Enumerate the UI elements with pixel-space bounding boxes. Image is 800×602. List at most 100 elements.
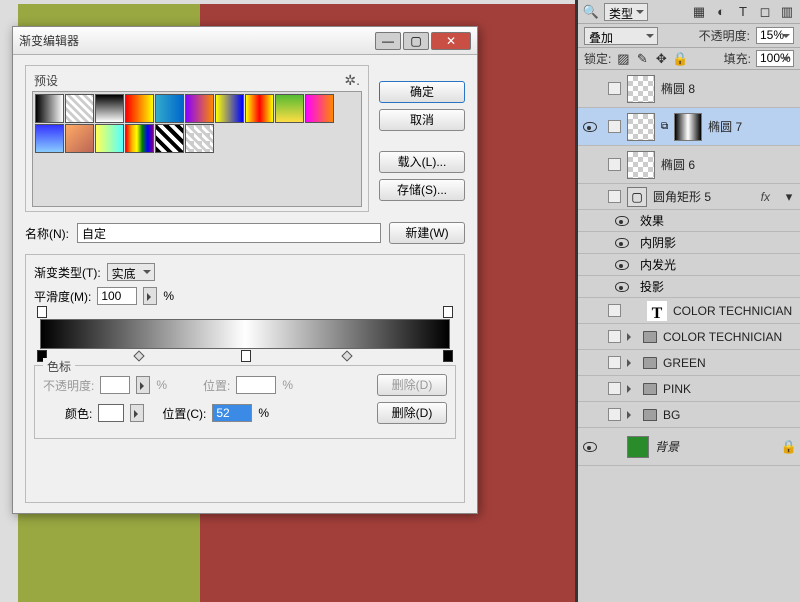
fill-input[interactable]: 100% xyxy=(756,50,794,67)
cancel-button[interactable]: 取消 xyxy=(379,109,465,131)
lock-brush-icon[interactable]: ✎ xyxy=(635,52,649,66)
effect-item[interactable]: 内发光 xyxy=(578,254,800,276)
layer-checkbox[interactable] xyxy=(608,304,621,317)
fx-badge[interactable]: fx xyxy=(761,190,770,204)
color-swatch[interactable] xyxy=(98,404,124,422)
layer-row[interactable]: 椭圆 8 xyxy=(578,70,800,108)
visibility-toggle[interactable] xyxy=(582,303,598,319)
layer-row[interactable]: GREEN xyxy=(578,350,800,376)
color-stop[interactable] xyxy=(241,350,251,362)
preset-swatch[interactable] xyxy=(185,124,214,153)
chevron-down-icon[interactable]: ▾ xyxy=(782,190,796,204)
layer-checkbox[interactable] xyxy=(608,190,621,203)
search-icon[interactable]: 🔍 xyxy=(584,5,598,19)
effect-item[interactable]: 效果 xyxy=(578,210,800,232)
layer-checkbox[interactable] xyxy=(608,382,621,395)
layer-checkbox[interactable] xyxy=(608,330,621,343)
preset-swatch[interactable] xyxy=(305,94,334,123)
filter-type-select[interactable]: 类型 xyxy=(604,3,648,21)
preset-swatch[interactable] xyxy=(35,94,64,123)
layer-row[interactable]: ▢ 圆角矩形 5 fx ▾ xyxy=(578,184,800,210)
visibility-toggle[interactable] xyxy=(582,381,598,397)
layer-checkbox[interactable] xyxy=(608,158,621,171)
expand-icon[interactable] xyxy=(627,333,635,341)
color-stepper[interactable] xyxy=(130,404,144,422)
location-input[interactable] xyxy=(212,404,252,422)
maximize-button[interactable]: ▢ xyxy=(403,32,429,50)
expand-icon[interactable] xyxy=(627,359,635,367)
delete-color-button[interactable]: 删除(D) xyxy=(377,402,447,424)
effect-item[interactable]: 内阴影 xyxy=(578,232,800,254)
visibility-toggle[interactable] xyxy=(614,235,630,251)
load-button[interactable]: 载入(L)... xyxy=(379,151,465,173)
save-button[interactable]: 存储(S)... xyxy=(379,179,465,201)
visibility-toggle[interactable] xyxy=(582,157,598,173)
layer-row[interactable]: BG xyxy=(578,402,800,428)
preset-swatch[interactable] xyxy=(95,94,124,123)
layer-row[interactable]: PINK xyxy=(578,376,800,402)
smoothness-stepper[interactable] xyxy=(143,287,157,305)
effect-item[interactable]: 投影 xyxy=(578,276,800,298)
layer-row[interactable]: COLOR TECHNICIAN xyxy=(578,324,800,350)
visibility-toggle[interactable] xyxy=(582,439,598,455)
visibility-toggle[interactable] xyxy=(582,355,598,371)
layer-checkbox[interactable] xyxy=(608,356,621,369)
preset-swatch[interactable] xyxy=(35,124,64,153)
visibility-toggle[interactable] xyxy=(614,279,630,295)
visibility-toggle[interactable] xyxy=(582,81,598,97)
layer-row[interactable]: TCOLOR TECHNICIAN xyxy=(578,298,800,324)
preset-swatch[interactable] xyxy=(125,94,154,123)
lock-pixels-icon[interactable]: ▨ xyxy=(616,52,630,66)
layer-row[interactable]: ⧉ 椭圆 7 xyxy=(578,108,800,146)
opacity-stop[interactable] xyxy=(37,306,47,318)
ok-button[interactable]: 确定 xyxy=(379,81,465,103)
preset-swatch[interactable] xyxy=(65,124,94,153)
layer-row[interactable]: 椭圆 6 xyxy=(578,146,800,184)
gear-icon[interactable]: ✲. xyxy=(344,72,360,89)
blend-mode-select[interactable]: 叠加 xyxy=(584,27,658,45)
gradient-type-select[interactable]: 实底 xyxy=(107,263,155,281)
smoothness-input[interactable] xyxy=(97,287,137,305)
lock-all-icon[interactable]: 🔒 xyxy=(673,52,687,66)
close-button[interactable]: ✕ xyxy=(431,32,471,50)
midpoint-marker[interactable] xyxy=(341,350,352,361)
gradient-bar[interactable] xyxy=(40,319,450,349)
layer-checkbox[interactable] xyxy=(608,82,621,95)
visibility-toggle[interactable] xyxy=(582,407,598,423)
preset-swatch[interactable] xyxy=(185,94,214,123)
color-stop[interactable] xyxy=(443,350,453,362)
preset-swatch[interactable] xyxy=(95,124,124,153)
filter-smart-icon[interactable]: ▥ xyxy=(780,5,794,19)
preset-swatch[interactable] xyxy=(155,124,184,153)
layer-row[interactable]: 背景🔒 xyxy=(578,428,800,466)
visibility-toggle[interactable] xyxy=(582,119,598,135)
color-label: 颜色: xyxy=(65,405,92,422)
visibility-toggle[interactable] xyxy=(582,329,598,345)
opacity-input[interactable]: 15% xyxy=(756,27,794,44)
minimize-button[interactable]: — xyxy=(375,32,401,50)
filter-adjust-icon[interactable]: ◐ xyxy=(714,5,728,19)
opacity-stop[interactable] xyxy=(443,306,453,318)
new-button[interactable]: 新建(W) xyxy=(389,222,465,244)
midpoint-marker[interactable] xyxy=(133,350,144,361)
filter-type-icon[interactable]: T xyxy=(736,5,750,19)
filter-image-icon[interactable]: ▦ xyxy=(692,5,706,19)
name-input[interactable] xyxy=(77,223,381,243)
layer-checkbox[interactable] xyxy=(608,408,621,421)
lock-move-icon[interactable]: ✥ xyxy=(654,52,668,66)
visibility-toggle[interactable] xyxy=(614,213,630,229)
visibility-toggle[interactable] xyxy=(614,257,630,273)
preset-swatch[interactable] xyxy=(245,94,274,123)
expand-icon[interactable] xyxy=(627,411,635,419)
titlebar[interactable]: 渐变编辑器 — ▢ ✕ xyxy=(13,27,477,55)
preset-swatch[interactable] xyxy=(155,94,184,123)
filter-shape-icon[interactable]: ◻ xyxy=(758,5,772,19)
preset-swatch[interactable] xyxy=(125,124,154,153)
preset-swatch[interactable] xyxy=(215,94,244,123)
visibility-toggle[interactable] xyxy=(582,189,598,205)
preset-swatches[interactable] xyxy=(32,91,362,207)
layer-checkbox[interactable] xyxy=(608,120,621,133)
expand-icon[interactable] xyxy=(627,385,635,393)
preset-swatch[interactable] xyxy=(65,94,94,123)
preset-swatch[interactable] xyxy=(275,94,304,123)
